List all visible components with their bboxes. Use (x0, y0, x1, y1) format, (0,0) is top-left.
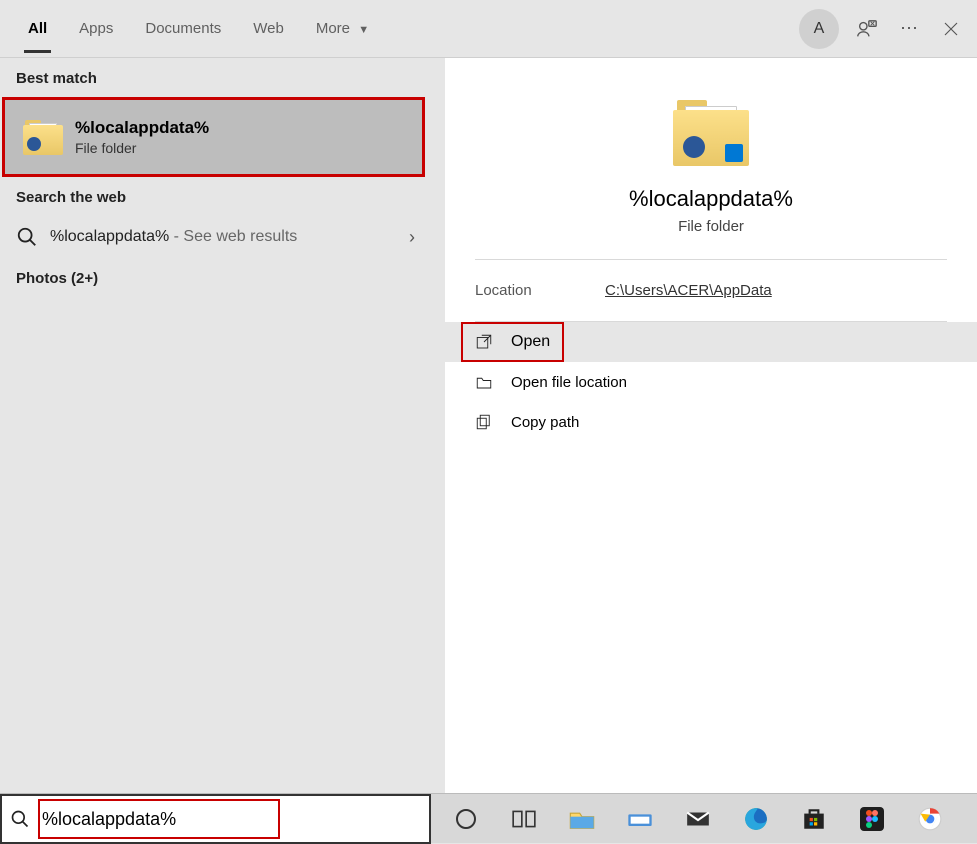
chevron-down-icon: ▼ (358, 24, 369, 36)
search-highlight (38, 799, 280, 839)
content-area: Best match %localappdata% File folder Se… (0, 58, 977, 793)
location-label: Location (475, 282, 605, 299)
tab-more-label: More (316, 20, 350, 37)
tab-web[interactable]: Web (237, 4, 300, 53)
file-explorer-icon[interactable] (567, 804, 597, 834)
figma-icon[interactable] (857, 804, 887, 834)
avatar[interactable]: A (799, 9, 839, 49)
store-icon[interactable] (799, 804, 829, 834)
close-icon[interactable] (937, 15, 965, 43)
search-input[interactable] (42, 809, 274, 830)
search-box[interactable] (0, 794, 431, 844)
folder-icon (23, 119, 63, 155)
open-icon (475, 333, 493, 351)
edge-icon[interactable] (741, 804, 771, 834)
task-view-icon[interactable] (509, 804, 539, 834)
folder-icon (673, 98, 749, 166)
section-photos[interactable]: Photos (2+) (0, 258, 431, 297)
cortana-icon[interactable] (451, 804, 481, 834)
search-icon (16, 226, 38, 248)
search-icon (10, 809, 30, 829)
taskbar-icons (431, 794, 977, 843)
preview-header: %localappdata% File folder (445, 58, 977, 259)
more-options-icon[interactable]: ⋯ (895, 15, 923, 43)
best-match-title: %localappdata% (75, 118, 209, 138)
location-row: Location C:\Users\ACER\AppData (445, 260, 977, 321)
section-best-match: Best match (0, 58, 431, 97)
action-open[interactable]: Open (445, 322, 977, 362)
taskbar (0, 793, 977, 843)
chevron-right-icon[interactable]: › (409, 227, 415, 248)
search-tabs: All Apps Documents Web More ▼ (12, 4, 799, 53)
preview-pane: %localappdata% File folder Location C:\U… (445, 58, 977, 793)
feedback-icon[interactable] (853, 15, 881, 43)
results-pane: Best match %localappdata% File folder Se… (0, 58, 431, 793)
tab-documents[interactable]: Documents (129, 4, 237, 53)
folder-location-icon (475, 373, 493, 391)
web-result-text: %localappdata% - See web results (50, 228, 297, 246)
web-result-suffix: - See web results (169, 228, 297, 245)
header-actions: A ⋯ (799, 9, 965, 49)
action-open-file-location[interactable]: Open file location (445, 362, 977, 402)
preview-title: %localappdata% (629, 186, 793, 212)
best-match-subtitle: File folder (75, 140, 209, 156)
web-result-item[interactable]: %localappdata% - See web results › (0, 216, 431, 258)
location-value[interactable]: C:\Users\ACER\AppData (605, 282, 772, 299)
web-result-query: %localappdata% (50, 228, 169, 245)
action-copy-path-label: Copy path (511, 414, 579, 431)
mail-icon[interactable] (683, 804, 713, 834)
actions-list: Open Open file location Copy path (445, 322, 977, 442)
action-copy-path[interactable]: Copy path (445, 402, 977, 442)
action-open-label: Open (511, 333, 550, 351)
best-match-result[interactable]: %localappdata% File folder (2, 97, 425, 177)
tab-apps[interactable]: Apps (63, 4, 129, 53)
tab-all[interactable]: All (12, 4, 63, 53)
keyboard-icon[interactable] (625, 804, 655, 834)
tab-more[interactable]: More ▼ (300, 4, 385, 53)
section-search-web: Search the web (0, 177, 431, 216)
action-open-file-location-label: Open file location (511, 374, 627, 391)
copy-icon (475, 413, 493, 431)
preview-subtitle: File folder (678, 218, 744, 235)
best-match-text: %localappdata% File folder (75, 118, 209, 156)
header: All Apps Documents Web More ▼ A ⋯ (0, 0, 977, 57)
chrome-icon[interactable] (915, 804, 945, 834)
